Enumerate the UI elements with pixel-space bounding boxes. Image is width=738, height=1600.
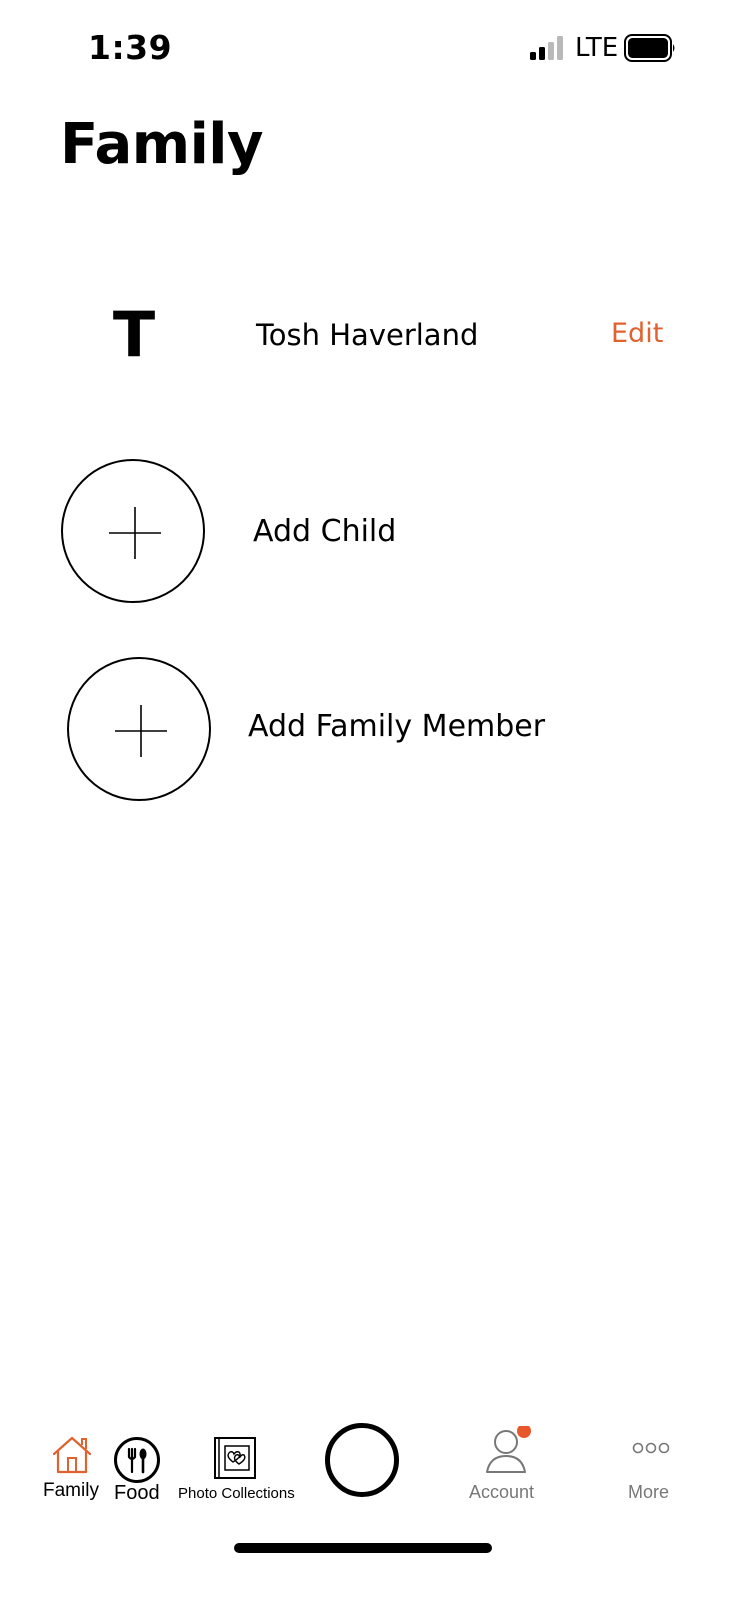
carrier-label: LTE bbox=[575, 33, 619, 63]
tab-family-label: Family bbox=[43, 1480, 99, 1501]
avatar: T bbox=[112, 298, 156, 371]
status-time: 1:39 bbox=[88, 28, 173, 67]
page-title: Family bbox=[60, 112, 264, 177]
tab-account-label: Account bbox=[469, 1482, 535, 1502]
cellular-signal-icon bbox=[530, 36, 563, 60]
tab-food-label: Food bbox=[114, 1482, 160, 1504]
add-child-button[interactable] bbox=[61, 459, 205, 603]
center-capture-button[interactable] bbox=[325, 1423, 399, 1497]
add-family-member-button[interactable] bbox=[67, 657, 211, 801]
battery-icon bbox=[624, 34, 675, 62]
more-dots-icon bbox=[632, 1442, 670, 1454]
plus-icon bbox=[115, 705, 167, 757]
user-icon bbox=[486, 1426, 531, 1473]
home-icon bbox=[52, 1436, 92, 1474]
add-family-member-label: Add Family Member bbox=[248, 709, 546, 744]
notification-dot bbox=[517, 1426, 531, 1438]
tab-more-label: More bbox=[628, 1482, 670, 1502]
edit-button[interactable]: Edit bbox=[611, 318, 663, 349]
tab-photo-collections-label: Photo Collections bbox=[178, 1485, 295, 1502]
home-indicator bbox=[234, 1543, 492, 1553]
plus-icon bbox=[109, 507, 161, 559]
fork-spoon-icon bbox=[114, 1437, 160, 1483]
add-child-label: Add Child bbox=[253, 514, 397, 549]
photo-album-icon bbox=[214, 1437, 256, 1479]
profile-name: Tosh Haverland bbox=[256, 318, 479, 352]
